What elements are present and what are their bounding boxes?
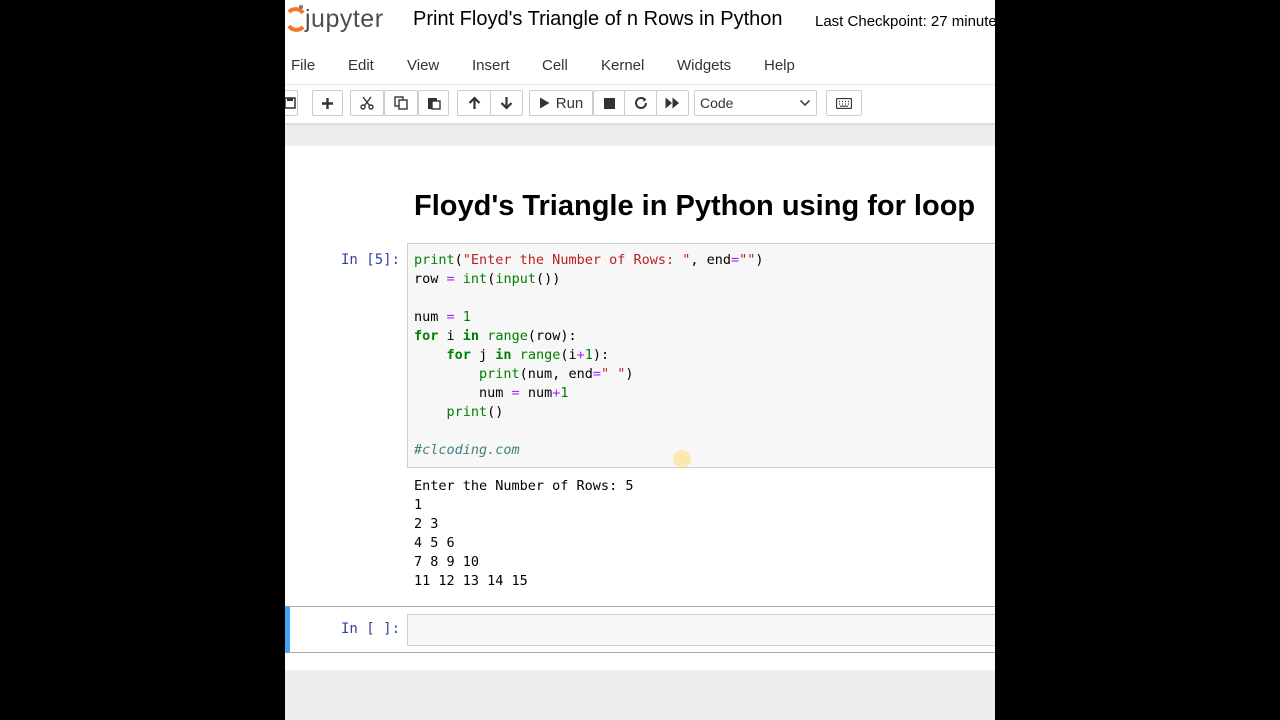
selected-empty-cell[interactable]: In [ ]: — [285, 606, 995, 653]
chevron-down-icon — [799, 99, 811, 107]
restart-run-all-button[interactable] — [656, 90, 689, 116]
play-icon — [539, 97, 550, 109]
markdown-heading[interactable]: Floyd's Triangle in Python using for loo… — [414, 190, 975, 223]
menu-cell[interactable]: Cell — [542, 57, 568, 74]
toolbar-divider — [285, 123, 995, 127]
copy-button[interactable] — [384, 90, 418, 116]
paste-button[interactable] — [418, 90, 449, 116]
menubar: File Edit View Insert Cell Kernel Widget… — [285, 43, 995, 85]
move-up-button[interactable] — [457, 90, 491, 116]
output-line: 1 — [414, 497, 423, 513]
code-line: #clcoding.com — [414, 442, 520, 458]
menu-kernel[interactable]: Kernel — [601, 57, 644, 74]
menu-edit[interactable]: Edit — [348, 57, 374, 74]
jupyter-notebook-window: jupyter Print Floyd's Triangle of n Rows… — [285, 0, 995, 720]
save-icon — [285, 97, 296, 109]
notebook-container: Floyd's Triangle in Python using for loo… — [285, 146, 995, 670]
jupyter-logo-text[interactable]: jupyter — [305, 5, 384, 34]
jupyter-logo-icon[interactable] — [285, 4, 305, 36]
interrupt-kernel-button[interactable] — [593, 90, 625, 116]
run-button[interactable]: Run — [529, 90, 593, 116]
code-line: row = int(input()) — [414, 271, 561, 287]
stop-icon — [603, 97, 615, 109]
code-line: print() — [446, 404, 504, 420]
arrow-up-icon — [468, 96, 480, 109]
output-line: 7 8 9 10 — [414, 554, 480, 570]
menu-view[interactable]: View — [407, 57, 439, 74]
code-line: print(num, end=" ") — [479, 366, 634, 382]
cell-type-select[interactable]: Code — [694, 90, 817, 116]
cell-type-value: Code — [700, 95, 734, 111]
input-prompt: In [5]: — [341, 252, 401, 268]
scissors-icon — [360, 96, 374, 110]
move-down-button[interactable] — [490, 90, 523, 116]
fast-forward-icon — [665, 97, 679, 109]
output-line: Enter the Number of Rows: 5 — [414, 478, 634, 494]
restart-kernel-button[interactable] — [624, 90, 657, 116]
restart-icon — [634, 96, 647, 109]
menu-widgets[interactable]: Widgets — [677, 57, 731, 74]
output-line: 4 5 6 — [414, 535, 455, 551]
toolbar: Run Code — [285, 85, 995, 123]
code-line: num = num+1 — [414, 385, 569, 401]
insert-cell-button[interactable] — [312, 90, 343, 116]
empty-cell-prompt: In [ ]: — [341, 621, 401, 637]
code-editor[interactable]: print("Enter the Number of Rows: ", end=… — [407, 243, 995, 468]
empty-code-editor[interactable] — [407, 614, 995, 646]
arrow-down-icon — [500, 97, 513, 110]
mouse-cursor-highlight — [673, 450, 691, 468]
run-label: Run — [555, 94, 584, 112]
code-line: for i in range(row): — [414, 328, 577, 344]
save-button[interactable] — [285, 90, 298, 116]
code-line: print("Enter the Number of Rows: ", end=… — [414, 252, 764, 268]
code-line: for j in range(i+1): — [446, 347, 610, 363]
paste-icon — [427, 98, 441, 110]
output-line: 11 12 13 14 15 — [414, 573, 528, 589]
output-line: 2 3 — [414, 516, 439, 532]
plus-icon — [322, 97, 333, 109]
keyboard-icon — [836, 97, 852, 109]
copy-icon — [394, 96, 408, 110]
command-palette-button[interactable] — [826, 90, 862, 116]
notebook-title[interactable]: Print Floyd's Triangle of n Rows in Pyth… — [413, 8, 783, 31]
menu-file[interactable]: File — [291, 57, 315, 74]
header: jupyter Print Floyd's Triangle of n Rows… — [285, 0, 995, 43]
menu-insert[interactable]: Insert — [472, 57, 510, 74]
checkpoint-status: Last Checkpoint: 27 minutes — [815, 13, 995, 30]
cut-button[interactable] — [350, 90, 384, 116]
menu-help[interactable]: Help — [764, 57, 795, 74]
code-line: num = 1 — [414, 309, 471, 325]
